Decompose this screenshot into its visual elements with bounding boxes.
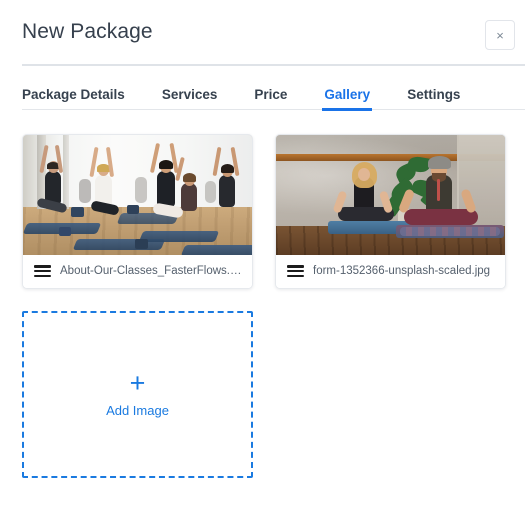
gallery-item[interactable]: About-Our-Classes_FasterFlows.jpg bbox=[22, 134, 253, 289]
close-button[interactable]: × bbox=[485, 20, 515, 50]
tab-price[interactable]: Price bbox=[254, 87, 287, 110]
gallery-filename: form-1352366-unsplash-scaled.jpg bbox=[313, 265, 491, 277]
plus-icon: + bbox=[129, 367, 146, 398]
header-divider bbox=[22, 64, 525, 66]
modal-header: New Package × bbox=[0, 0, 525, 50]
gallery-thumbnail-yoga-class[interactable] bbox=[23, 135, 252, 255]
tab-services[interactable]: Services bbox=[162, 87, 218, 110]
tab-settings[interactable]: Settings bbox=[407, 87, 460, 110]
gallery-caption: form-1352366-unsplash-scaled.jpg bbox=[276, 255, 505, 288]
add-image-label: Add Image bbox=[106, 402, 169, 418]
drag-handle-icon[interactable] bbox=[34, 265, 51, 277]
gallery-grid: About-Our-Classes_FasterFlows.jpg form-1… bbox=[22, 134, 525, 478]
gallery-filename: About-Our-Classes_FasterFlows.jpg bbox=[60, 265, 242, 277]
gallery-item[interactable]: form-1352366-unsplash-scaled.jpg bbox=[275, 134, 506, 289]
page-title: New Package bbox=[22, 20, 153, 43]
tab-bar: Package Details Services Price Gallery S… bbox=[22, 80, 525, 111]
tab-gallery[interactable]: Gallery bbox=[322, 87, 372, 111]
gallery-caption: About-Our-Classes_FasterFlows.jpg bbox=[23, 255, 252, 288]
tab-list: Package Details Services Price Gallery S… bbox=[22, 80, 525, 111]
photo-meditation bbox=[276, 135, 505, 255]
tab-package-details[interactable]: Package Details bbox=[22, 87, 125, 110]
close-icon: × bbox=[496, 27, 504, 43]
add-image-button[interactable]: + Add Image bbox=[22, 311, 253, 478]
photo-yoga-class bbox=[23, 135, 252, 255]
gallery-thumbnail-meditation[interactable] bbox=[276, 135, 505, 255]
drag-handle-icon[interactable] bbox=[287, 265, 304, 277]
